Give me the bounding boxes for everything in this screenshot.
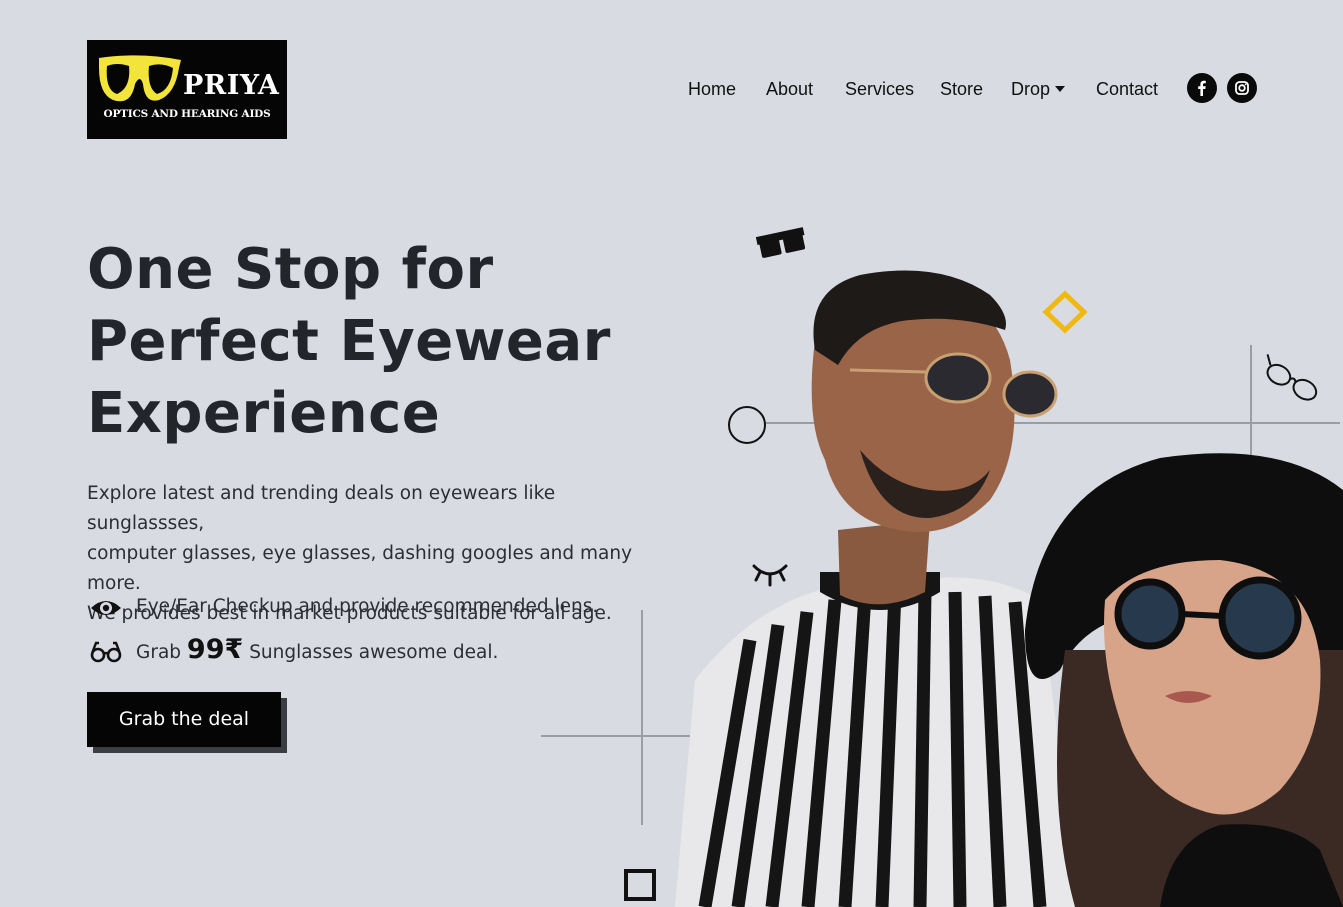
feature-deal-text: Grab 99₹ Sunglasses awesome deal. [136,634,498,665]
nav-drop-dropdown[interactable]: Drop [1011,79,1066,100]
glasses-icon [90,641,122,663]
eye-icon [91,601,121,615]
sunglasses-sticker-icon [755,227,806,258]
nav-contact[interactable]: Contact [1096,79,1158,100]
nav-store[interactable]: Store [940,79,983,100]
instagram-icon [1235,81,1249,95]
brand-name: PRIYA [183,70,280,101]
nav-services[interactable]: Services [845,79,914,100]
nav-home[interactable]: Home [688,79,736,100]
nav-about[interactable]: About [766,79,813,100]
instagram-link[interactable] [1227,73,1257,103]
eyeglasses-sketch-icon [1266,354,1318,401]
deco-circle [728,406,766,444]
brand-tagline: OPTICS AND HEARING AIDS [103,108,271,120]
nav-drop-label: Drop [1011,79,1051,99]
deco-diamond [1042,290,1088,334]
brand-logo[interactable]: PRIYA OPTICS AND HEARING AIDS [87,40,287,139]
facebook-icon [1198,80,1206,96]
models-photo [675,270,1343,907]
hero-decoration [541,227,1343,907]
closed-eye-icon [752,564,788,587]
deco-square [624,869,656,901]
glasses-logo-icon [99,55,181,102]
deal-prefix: Grab [136,642,182,663]
grab-deal-button[interactable]: Grab the deal [87,692,281,747]
facebook-link[interactable] [1187,73,1217,103]
deal-price: 99₹ [186,634,244,665]
deal-suffix: Sunglasses awesome deal. [249,642,499,663]
caret-down-icon [1055,86,1066,92]
